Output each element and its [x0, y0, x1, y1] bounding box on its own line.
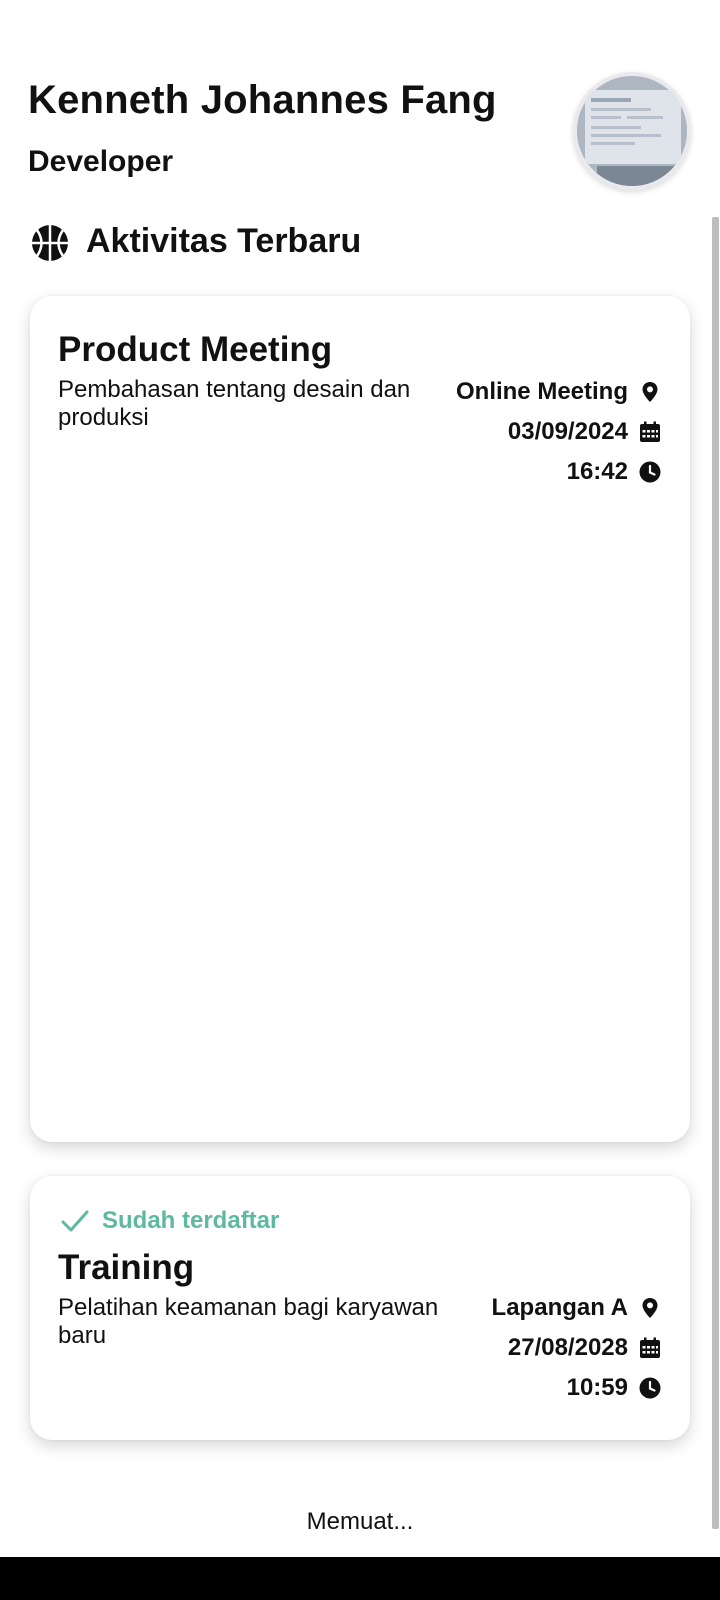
profile-photo [577, 76, 687, 186]
activity-time: 10:59 [566, 1374, 628, 1401]
clock-icon [639, 461, 661, 483]
user-name: Kenneth Johannes Fang [28, 78, 497, 122]
activity-description: Pelatihan keamanan bagi karyawan baru [58, 1294, 439, 1349]
activity-title: Training [58, 1248, 195, 1287]
registration-status-label: Sudah terdaftar [102, 1207, 280, 1234]
date-row: 03/09/2024 [456, 412, 662, 452]
activity-time: 16:42 [566, 458, 628, 485]
calendar-icon [640, 421, 660, 442]
activity-screen: Kenneth Johannes Fang Developer Aktivita… [0, 0, 720, 1600]
location-row: Online Meeting [456, 372, 662, 412]
location-row: Lapangan A [492, 1288, 662, 1328]
system-navigation-bar [0, 1557, 720, 1600]
activity-card[interactable]: Product Meeting Pembahasan tentang desai… [30, 296, 690, 1142]
activity-date: 27/08/2028 [507, 1334, 628, 1361]
time-row: 16:42 [456, 452, 662, 492]
location-pin-icon [642, 1298, 658, 1318]
clock-icon [639, 1377, 661, 1399]
activity-meta: Online Meeting 03/09/2024 16:42 [456, 372, 662, 492]
user-role: Developer [28, 145, 174, 178]
activity-location: Lapangan A [491, 1294, 628, 1321]
calendar-icon [640, 1337, 660, 1358]
activity-meta: Lapangan A 27/08/2028 10:59 [492, 1288, 662, 1408]
avatar[interactable] [573, 72, 691, 190]
activity-card[interactable]: Sudah terdaftar Training Pelatihan keama… [30, 1176, 690, 1440]
activity-title: Product Meeting [58, 330, 333, 369]
activity-location: Online Meeting [455, 378, 628, 405]
activity-date: 03/09/2024 [507, 418, 628, 445]
section-title: Aktivitas Terbaru [86, 222, 362, 260]
location-pin-icon [642, 382, 658, 402]
checkmark-icon [61, 1210, 89, 1232]
loading-indicator: Memuat... [306, 1508, 414, 1535]
time-row: 10:59 [492, 1368, 662, 1408]
date-row: 27/08/2028 [492, 1328, 662, 1368]
basketball-icon [32, 225, 68, 261]
activity-description: Pembahasan tentang desain dan produksi [58, 376, 411, 431]
registration-status: Sudah terdaftar [60, 1206, 279, 1236]
scrollbar[interactable] [712, 217, 719, 1529]
